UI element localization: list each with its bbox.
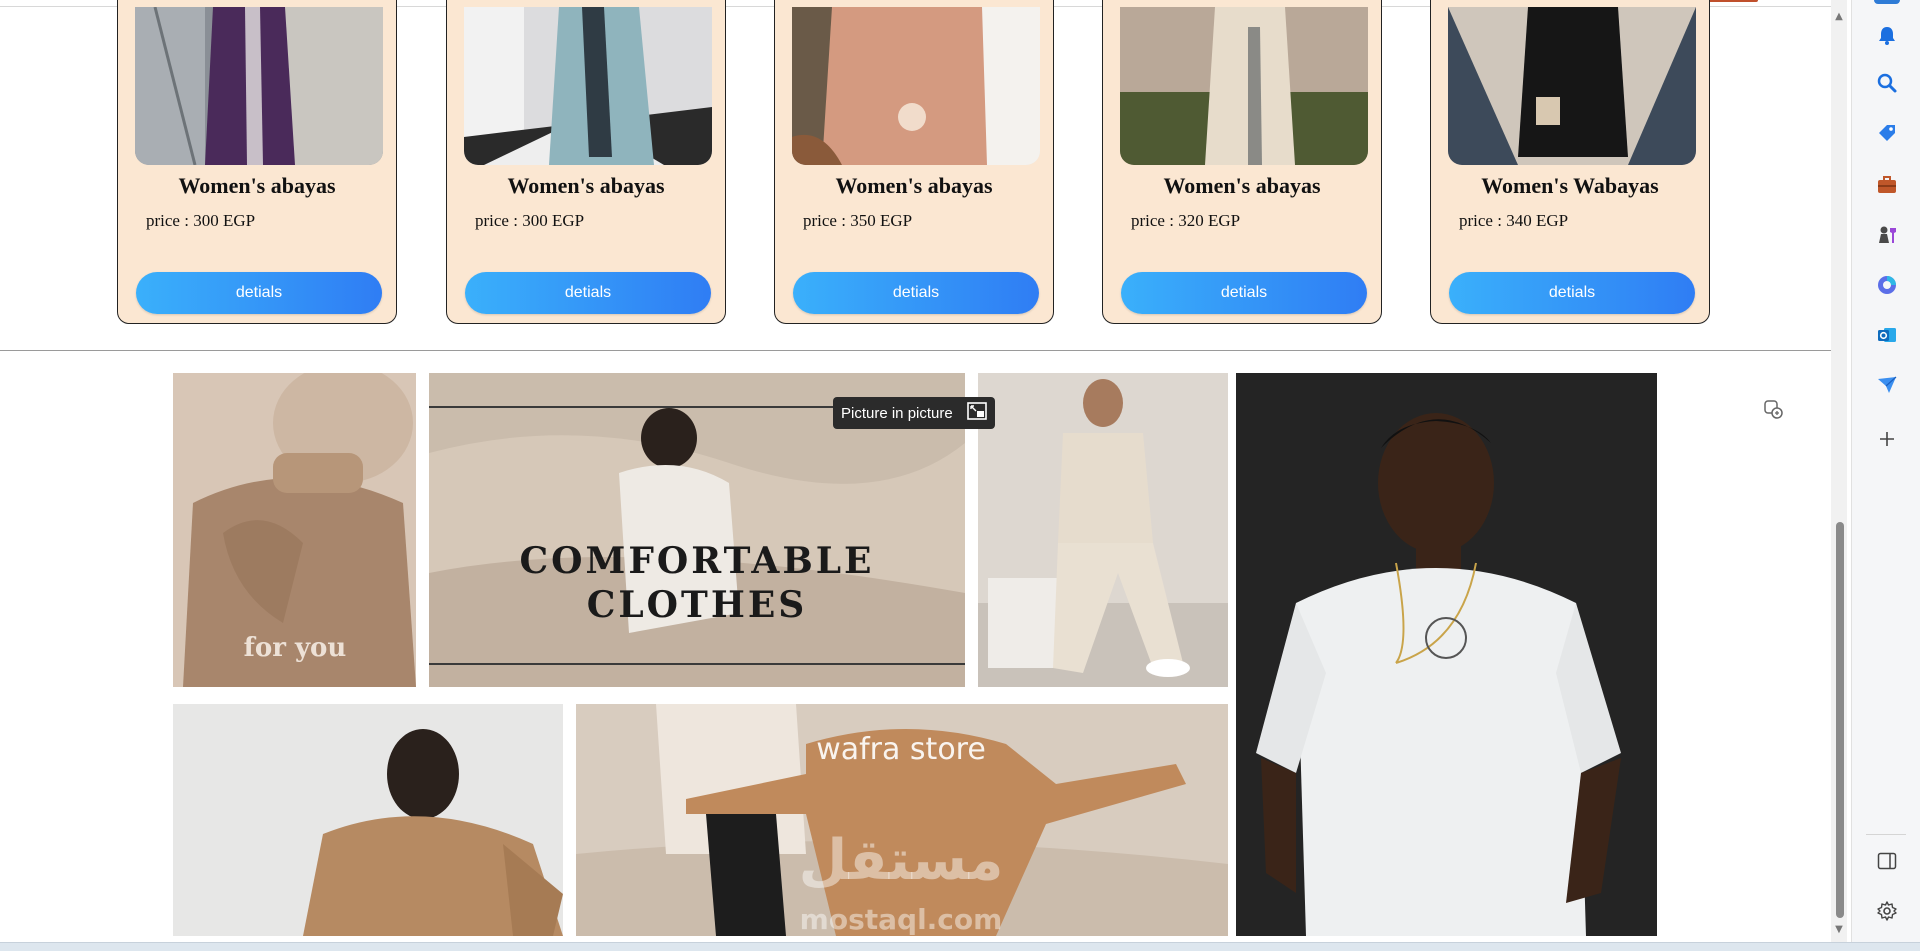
product-price: price : 300 EGP (475, 211, 585, 230)
watermark-domain: mostaql.com (800, 903, 1003, 936)
send-icon[interactable] (1874, 372, 1900, 398)
product-title: Women's abayas (507, 173, 665, 198)
add-icon[interactable] (1874, 426, 1900, 452)
briefcase-icon[interactable] (1874, 172, 1900, 198)
pip-label: Picture in picture (841, 404, 953, 422)
scroll-up-arrow-icon[interactable]: ▲ (1833, 11, 1845, 23)
product-price: price : 340 EGP (1459, 211, 1569, 230)
sidebar-separator (1866, 834, 1906, 835)
collage-tile-man-tshirt (1236, 373, 1657, 936)
details-button[interactable]: detials (1449, 272, 1695, 314)
bell-icon[interactable] (1874, 22, 1900, 48)
product-title: Women's abayas (178, 173, 336, 198)
product-title: Women's abayas (835, 173, 993, 198)
collage-tile-wafra: wafra store مستقل mostaql.com (576, 704, 1228, 936)
product-photo[interactable] (464, 7, 712, 165)
webpage-viewport: Women's abayas price : 300 EGP detials W… (0, 0, 1831, 942)
collage-tile-woman-coat (173, 704, 563, 936)
split-panel-icon[interactable] (1874, 848, 1900, 874)
tag-icon[interactable] (1874, 120, 1900, 146)
product-price: price : 350 EGP (803, 211, 913, 230)
chess-icon[interactable] (1874, 222, 1900, 248)
details-button[interactable]: detials (793, 272, 1039, 314)
promo-collage: for you COMFORTABLE CLOTHES wafra store … (173, 373, 1657, 936)
product-card: Women's abayas price : 350 EGP detials (774, 0, 1054, 324)
product-photo[interactable] (792, 7, 1040, 165)
product-title: Women's abayas (1163, 173, 1321, 198)
product-title: Women's Wabayas (1481, 173, 1659, 198)
product-card: Women's abayas price : 320 EGP detials (1102, 0, 1382, 324)
scrollbar-thumb[interactable] (1836, 522, 1844, 918)
product-price: price : 300 EGP (146, 211, 256, 230)
picture-in-picture-button[interactable]: Picture in picture (833, 397, 995, 429)
outlook-icon[interactable] (1874, 322, 1900, 348)
product-card: Women's Wabayas price : 340 EGP detials (1430, 0, 1710, 324)
headline-line1: COMFORTABLE (520, 540, 875, 582)
store-name: wafra store (816, 732, 986, 767)
product-photo[interactable] (1120, 7, 1368, 165)
browser-sidebar (1851, 0, 1920, 942)
collage-tile-man-sitting (978, 373, 1228, 687)
product-card: Women's abayas price : 300 EGP detials (446, 0, 726, 324)
product-price: price : 320 EGP (1131, 211, 1241, 230)
product-photo[interactable] (135, 7, 383, 165)
for-you-caption: for you (244, 633, 347, 663)
visual-search-icon[interactable] (1762, 398, 1784, 420)
details-button[interactable]: detials (1121, 272, 1367, 314)
settings-icon[interactable] (1874, 898, 1900, 924)
copilot-icon[interactable] (1874, 272, 1900, 298)
product-photo[interactable] (1448, 7, 1696, 165)
search-icon[interactable] (1874, 70, 1900, 96)
watermark-arabic: مستقل (799, 828, 1004, 893)
headline-line2: CLOTHES (587, 584, 808, 626)
scroll-down-arrow-icon[interactable]: ▼ (1833, 924, 1845, 936)
section-divider (0, 350, 1831, 351)
product-card: Women's abayas price : 300 EGP detials (117, 0, 397, 324)
details-button[interactable]: detials (465, 272, 711, 314)
collage-tile-sweater: for you (173, 373, 416, 687)
details-button[interactable]: detials (136, 272, 382, 314)
sidebar-top-icon[interactable] (1874, 0, 1900, 4)
pip-icon (966, 402, 987, 424)
